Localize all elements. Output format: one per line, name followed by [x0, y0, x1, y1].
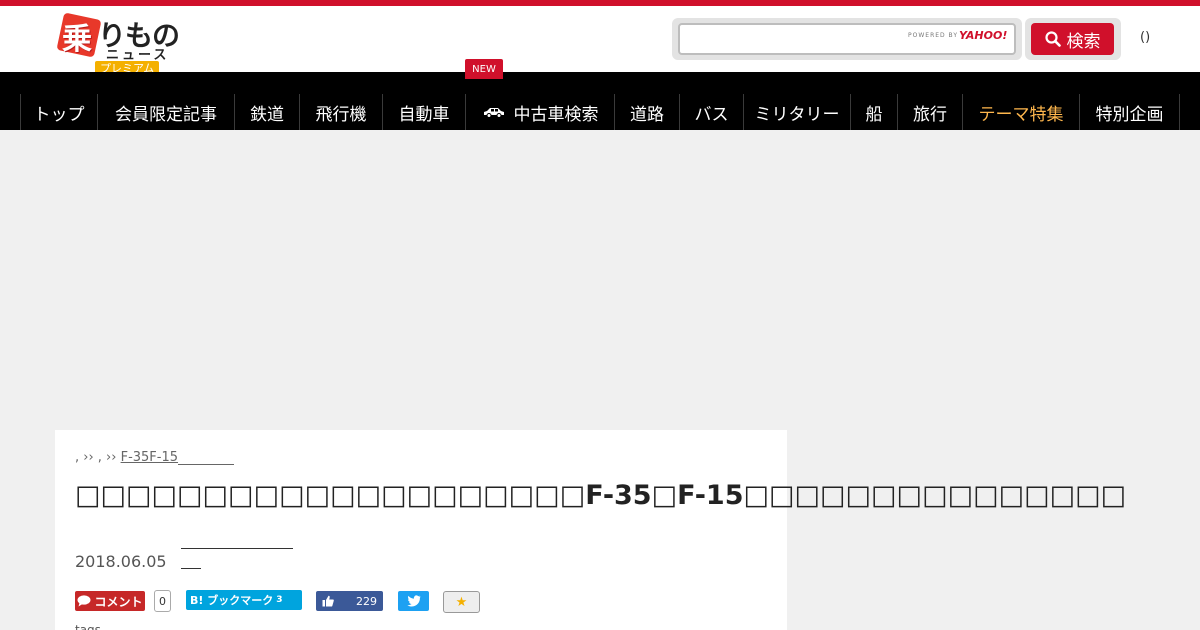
facebook-like-button[interactable]: 229: [316, 591, 383, 611]
car-icon: [483, 108, 504, 118]
hatena-label: B! ブックマーク: [190, 594, 274, 607]
star-icon: ★: [455, 594, 468, 610]
article-card: , ›› , ›› F-35F-15 □□□□□□□□□□□□□□□□□□□□F…: [55, 430, 1126, 630]
search-button[interactable]: 検索: [1031, 23, 1114, 55]
like-count: 229: [356, 594, 377, 608]
nav-item-aircraft[interactable]: 飛行機: [299, 94, 382, 130]
favorite-button[interactable]: ★: [443, 591, 480, 613]
yahoo-logo: YAHOO!: [959, 29, 1008, 42]
breadcrumb-underline: [178, 453, 235, 465]
search-button-label: 検索: [1066, 31, 1101, 52]
nav-item-railway[interactable]: 鉄道: [234, 94, 299, 130]
tags-label: tags: [75, 623, 101, 630]
breadcrumb-link[interactable]: F-35F-15: [121, 450, 178, 465]
author-link[interactable]: [181, 548, 293, 549]
nav-item-military[interactable]: ミリタリー: [743, 94, 850, 130]
site-logo[interactable]: 乗 りもの ニュース プレミアム: [56, 12, 200, 77]
user-menu-link[interactable]: (): [1140, 30, 1150, 45]
nav-item-theme[interactable]: テーマ特集: [962, 94, 1079, 130]
nav-item-special[interactable]: 特別企画: [1079, 94, 1180, 130]
article-date: 2018.06.05: [75, 552, 167, 571]
comment-label: コメント: [94, 594, 143, 609]
hatena-bookmark-button[interactable]: B! ブックマーク 3: [186, 590, 302, 610]
breadcrumb-prefix: , ›› , ››: [75, 450, 121, 465]
twitter-bird-icon: [406, 595, 420, 607]
hatena-count: 3: [276, 595, 283, 605]
nav-item-ship[interactable]: 船: [850, 94, 897, 130]
twitter-share-button[interactable]: [398, 591, 429, 611]
nav-item-top[interactable]: トップ: [20, 94, 97, 130]
main-nav: トップ 会員限定記事 鉄道 飛行機 自動車 中古車検索 道路 バス ミリタリー …: [0, 72, 1200, 130]
nav-item-used-car-label: 中古車検索: [513, 104, 599, 125]
breadcrumb: , ›› , ›› F-35F-15: [75, 450, 235, 465]
logo-kanji: 乗: [62, 22, 92, 57]
speech-bubble-icon: [77, 595, 91, 607]
nav-item-road[interactable]: 道路: [614, 94, 679, 130]
thumbs-up-icon: [322, 595, 334, 607]
search-icon: [1044, 31, 1061, 47]
search-box: POWERED BY YAHOO!: [672, 18, 1022, 60]
nav-item-used-car[interactable]: 中古車検索: [465, 94, 614, 130]
nav-item-travel[interactable]: 旅行: [897, 94, 962, 130]
author-link-short[interactable]: [181, 568, 201, 569]
search-button-wrap: 検索: [1025, 18, 1121, 60]
comment-button[interactable]: コメント: [75, 591, 145, 611]
nav-item-members[interactable]: 会員限定記事: [97, 94, 234, 130]
comment-count: 0: [154, 590, 171, 612]
powered-by-label: POWERED BY: [908, 32, 959, 39]
new-badge: NEW: [465, 59, 503, 79]
article-title: □□□□□□□□□□□□□□□□□□□□F-35□F-15□□□□□□□□□□□…: [75, 480, 1127, 511]
nav-item-car[interactable]: 自動車: [382, 94, 465, 130]
nav-item-bus[interactable]: バス: [679, 94, 743, 130]
